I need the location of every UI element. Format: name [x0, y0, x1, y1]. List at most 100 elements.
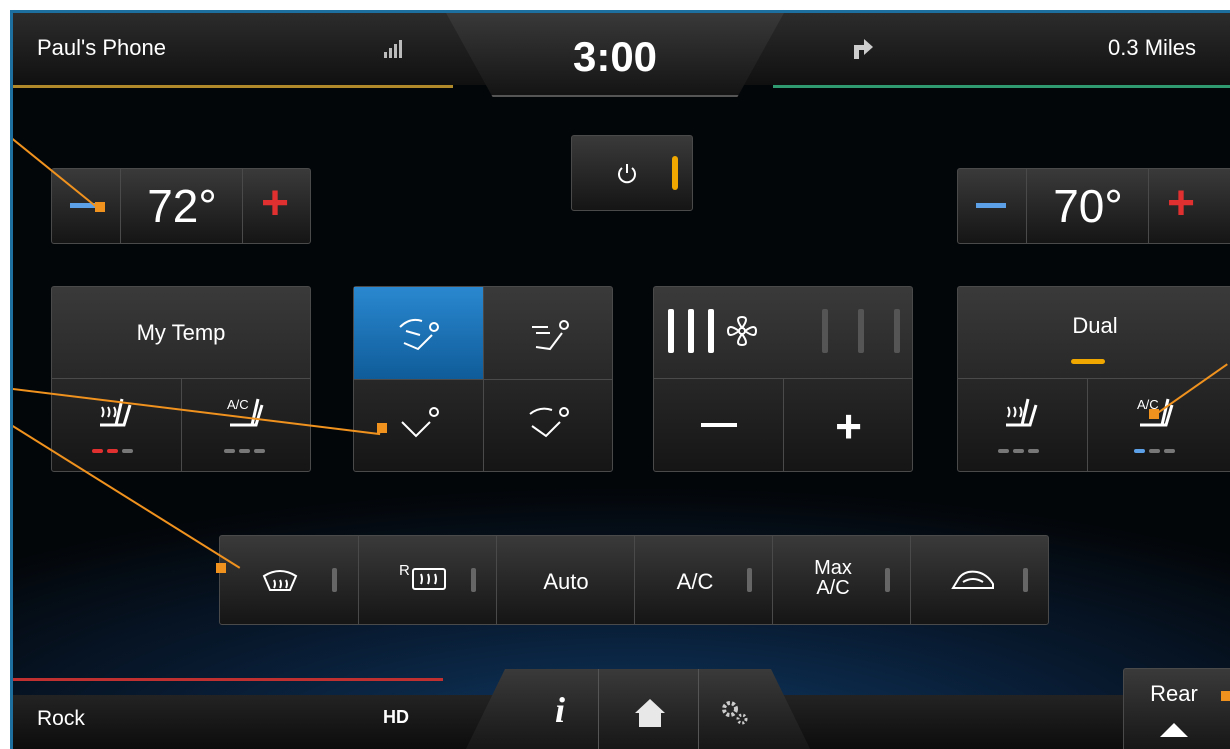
front-defrost-button[interactable]: [220, 536, 358, 624]
ac-indicator: [747, 568, 752, 592]
callout-marker-driver-temp: [95, 202, 105, 212]
plus-icon: +: [261, 177, 290, 230]
recirculation-indicator: [1023, 568, 1028, 592]
phone-name: Paul's Phone: [37, 35, 166, 60]
face-airflow-icon: [526, 313, 572, 353]
heated-seat-icon: [1000, 397, 1044, 437]
svg-text:A/C: A/C: [227, 397, 249, 412]
airflow-mode-grid: [353, 286, 613, 472]
ac-button[interactable]: A/C: [634, 536, 772, 624]
clock-time: 3:00: [572, 33, 658, 80]
fan-icon: [724, 313, 760, 349]
recirculation-button[interactable]: [910, 536, 1048, 624]
airflow-windshield-floor-button[interactable]: [483, 379, 612, 471]
turn-right-icon: [848, 33, 876, 61]
heat-level-3: [1028, 449, 1039, 453]
fan-up-button[interactable]: +: [783, 379, 912, 471]
ac-label: A/C: [676, 569, 714, 594]
fan-level-1: [668, 309, 674, 353]
heat-level-2: [107, 449, 118, 453]
passenger-temp-down-button[interactable]: [958, 169, 1026, 243]
driver-cooled-seat-button[interactable]: A/C: [181, 379, 310, 471]
settings-button[interactable]: [699, 669, 769, 749]
clock-tab: 3:00: [445, 13, 785, 97]
media-source: Rock: [37, 707, 85, 730]
dual-button[interactable]: Dual: [958, 287, 1230, 379]
callout-marker-front-defrost: [216, 563, 226, 573]
power-indicator: [672, 156, 678, 190]
callout-marker-floor-airflow: [377, 423, 387, 433]
heat-level-1: [998, 449, 1009, 453]
minus-icon: [701, 423, 737, 427]
up-arrow-icon: [1158, 721, 1190, 739]
dual-label: Dual: [1072, 313, 1118, 338]
status-accent-left: [13, 85, 453, 88]
heat-level-1: [92, 449, 103, 453]
airflow-face-button[interactable]: [483, 287, 612, 379]
windshield-floor-airflow-icon: [526, 402, 572, 442]
front-defrost-indicator: [332, 568, 337, 592]
home-icon: [633, 697, 667, 729]
info-button[interactable]: i: [521, 669, 599, 749]
driver-temp-control: 72° +: [51, 168, 311, 244]
fan-down-button[interactable]: [654, 379, 783, 471]
rear-climate-button[interactable]: Rear: [1123, 668, 1230, 749]
heat-level-3: [122, 449, 133, 453]
passenger-cooled-seat-button[interactable]: A/C: [1087, 379, 1230, 471]
signal-icon: [383, 37, 405, 59]
rear-defrost-prefix: R: [399, 562, 410, 579]
dual-indicator: [1071, 359, 1105, 364]
cool-level-3: [1164, 449, 1175, 453]
driver-temp-up-button[interactable]: +: [242, 169, 310, 243]
cool-level-2: [1149, 449, 1160, 453]
driver-heated-seat-button[interactable]: [52, 379, 181, 471]
driver-seat-panel: My Temp A/C: [51, 286, 311, 472]
heat-level-2: [1013, 449, 1024, 453]
hd-radio-icon: HD: [383, 707, 409, 727]
gears-icon: [719, 699, 751, 727]
max-ac-line2: A/C: [816, 577, 850, 599]
nav-distance: 0.3 Miles: [1108, 35, 1197, 60]
plus-icon: +: [835, 400, 862, 452]
max-ac-line1: Max: [814, 557, 852, 579]
fan-level-3: [708, 309, 714, 353]
cool-level-1: [224, 449, 235, 453]
status-accent-right: [773, 85, 1230, 88]
rear-defrost-indicator: [471, 568, 476, 592]
passenger-seat-panel: Dual A/C: [957, 286, 1230, 472]
auto-label: Auto: [543, 569, 589, 594]
passenger-heated-seat-button[interactable]: [958, 379, 1087, 471]
auto-button[interactable]: Auto: [496, 536, 634, 624]
airflow-floor-button[interactable]: [354, 379, 483, 471]
power-button[interactable]: [571, 135, 693, 211]
home-button[interactable]: [599, 669, 699, 749]
rear-defrost-button[interactable]: R: [358, 536, 496, 624]
callout-marker-rear: [1221, 691, 1230, 701]
passenger-temp-display: 70°: [1026, 169, 1148, 243]
climate-screen: Paul's Phone 3:00 0.3 Miles 72° + 70° + …: [10, 10, 1230, 749]
nav-tab-group: i: [463, 669, 813, 749]
plus-icon: +: [1167, 177, 1196, 230]
airflow-windshield-face-button[interactable]: [354, 287, 483, 379]
front-defrost-icon: [260, 566, 300, 596]
max-ac-indicator: [885, 568, 890, 592]
climate-function-row: R Auto A/C Max A/C: [219, 535, 1049, 625]
driver-temp-value: 72°: [147, 180, 217, 232]
callout-marker-passenger-seat: [1149, 409, 1159, 419]
my-temp-button[interactable]: My Temp: [52, 287, 310, 379]
passenger-temp-up-button[interactable]: +: [1148, 169, 1216, 243]
max-ac-button[interactable]: Max A/C: [772, 536, 910, 624]
fan-level-bars: [654, 287, 912, 379]
cool-level-2: [239, 449, 250, 453]
media-accent-line: [13, 678, 443, 681]
cool-level-3: [254, 449, 265, 453]
passenger-temp-control: 70° +: [957, 168, 1230, 244]
fan-level-6: [894, 309, 900, 353]
windshield-face-airflow-icon: [396, 313, 442, 353]
fan-level-4: [822, 309, 828, 353]
rear-defrost-icon: [411, 566, 449, 594]
fan-level-5: [858, 309, 864, 353]
fan-speed-control: +: [653, 286, 913, 472]
passenger-temp-value: 70°: [1053, 180, 1123, 232]
my-temp-label: My Temp: [136, 320, 226, 345]
